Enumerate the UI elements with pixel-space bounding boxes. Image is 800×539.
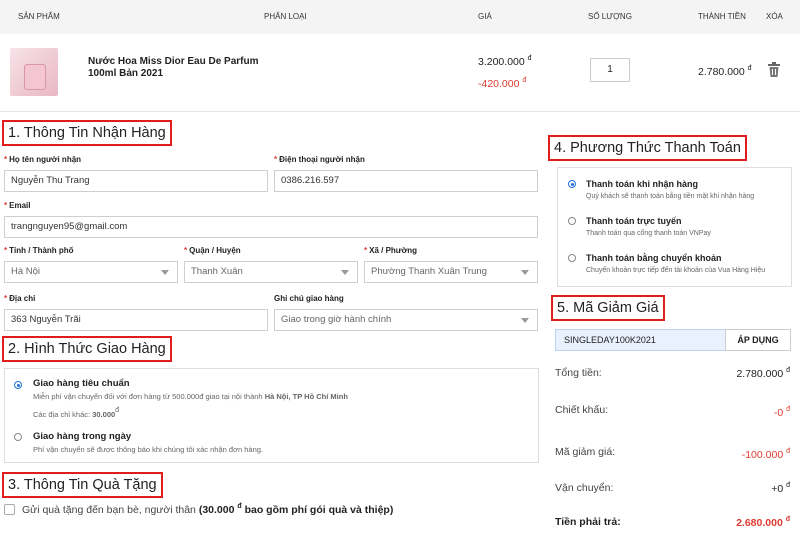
- delivery-note-select[interactable]: Giao trong giờ hành chính: [274, 309, 538, 331]
- section-title-shipping: 2. Hình Thức Giao Hàng: [2, 336, 172, 362]
- phone-label: * Điện thoại người nhận: [274, 155, 365, 164]
- email-label: * Email: [4, 201, 31, 210]
- shipping-standard-title[interactable]: Giao hàng tiêu chuẩn: [33, 378, 130, 389]
- col-subtotal: THÀNH TIỀN: [698, 12, 746, 21]
- coupon-discount-value: -100.000 đ: [741, 448, 790, 461]
- chevron-down-icon: [521, 318, 529, 323]
- payment-transfer-radio[interactable]: [568, 254, 576, 262]
- address-field[interactable]: 363 Nguyễn Trãi: [4, 309, 268, 331]
- pay-value: 2.680.000 đ: [736, 516, 790, 529]
- email-field[interactable]: trangnguyen95@gmail.com: [4, 216, 538, 238]
- shipping-sameday-radio[interactable]: [14, 433, 22, 441]
- product-thumbnail[interactable]: [10, 48, 58, 96]
- trash-icon[interactable]: [767, 62, 781, 81]
- cart-item-row: Nước Hoa Miss Dior Eau De Parfum 100ml B…: [0, 34, 800, 112]
- address-label: * Địa chỉ: [4, 294, 36, 303]
- payment-transfer-title[interactable]: Thanh toán bằng chuyển khoản: [586, 253, 722, 263]
- district-label: * Quận / Huyện: [184, 246, 241, 255]
- gift-checkbox[interactable]: [4, 504, 15, 515]
- payment-online-desc: Thanh toán qua cổng thanh toán VNPay: [586, 230, 711, 237]
- product-price: 3.200.000 đ: [478, 55, 532, 68]
- payment-cod-radio[interactable]: [568, 180, 576, 188]
- note-label: Ghi chú giao hàng: [274, 294, 344, 303]
- col-product: SẢN PHẨM: [18, 12, 60, 21]
- payment-transfer-desc: Chuyển khoản trực tiếp đến tài khoản của…: [586, 267, 766, 274]
- city-select[interactable]: Hà Nội: [4, 261, 178, 283]
- city-label: * Tỉnh / Thành phố: [4, 246, 74, 255]
- chevron-down-icon: [521, 270, 529, 275]
- payment-cod-desc: Quý khách sẽ thanh toán bằng tiền mặt kh…: [586, 193, 755, 200]
- section-title-coupon: 5. Mã Giảm Giá: [551, 295, 665, 321]
- name-label: * Họ tên người nhận: [4, 155, 82, 164]
- ward-select[interactable]: Phường Thanh Xuân Trung: [364, 261, 538, 283]
- discount-value: -0 đ: [773, 406, 790, 419]
- discount-label: Chiết khấu:: [555, 404, 609, 416]
- section-title-payment: 4. Phương Thức Thanh Toán: [548, 135, 747, 161]
- product-discount: -420.000 đ: [478, 77, 527, 90]
- shipping-other-fee: Các địa chỉ khác: 30.000đ: [33, 407, 120, 419]
- product-name[interactable]: Nước Hoa Miss Dior Eau De Parfum 100ml B…: [88, 56, 268, 80]
- shipping-sameday-desc: Phí vận chuyển sẽ được thông báo khi chú…: [33, 445, 264, 454]
- shipping-sameday-title[interactable]: Giao hàng trong ngày: [33, 431, 131, 442]
- col-price: GIÁ: [478, 12, 492, 21]
- col-variant: PHÂN LOẠI: [264, 12, 307, 21]
- quantity-input[interactable]: 1: [590, 58, 630, 82]
- name-field[interactable]: Nguyễn Thu Trang: [4, 170, 268, 192]
- phone-field[interactable]: 0386.216.597: [274, 170, 538, 192]
- shipping-standard-desc: Miễn phí vận chuyển đối với đơn hàng từ …: [33, 392, 348, 401]
- shipping-options: Giao hàng tiêu chuẩn Miễn phí vận chuyển…: [4, 368, 539, 463]
- section-title-recipient: 1. Thông Tin Nhận Hàng: [2, 120, 172, 146]
- chevron-down-icon: [341, 270, 349, 275]
- col-quantity: SỐ LƯỢNG: [588, 12, 632, 21]
- shipping-fee-label: Vận chuyển:: [555, 482, 614, 494]
- payment-online-title[interactable]: Thanh toán trực tuyến: [586, 216, 682, 226]
- payment-online-radio[interactable]: [568, 217, 576, 225]
- section-title-gift: 3. Thông Tin Quà Tặng: [2, 472, 163, 498]
- shipping-standard-radio[interactable]: [14, 381, 22, 389]
- payment-cod-title[interactable]: Thanh toán khi nhận hàng: [586, 179, 698, 189]
- ward-label: * Xã / Phường: [364, 246, 418, 255]
- cart-table-header: SẢN PHẨM PHÂN LOẠI GIÁ SỐ LƯỢNG THÀNH TI…: [0, 0, 800, 34]
- total-label: Tổng tiền:: [555, 367, 602, 379]
- apply-coupon-button[interactable]: ÁP DỤNG: [725, 329, 791, 351]
- item-subtotal: 2.780.000 đ: [698, 65, 752, 78]
- coupon-discount-label: Mã giảm giá:: [555, 446, 616, 458]
- payment-options: Thanh toán khi nhận hàng Quý khách sẽ th…: [557, 167, 792, 287]
- chevron-down-icon: [161, 270, 169, 275]
- gift-checkbox-label[interactable]: Gửi quà tặng đến bạn bè, người thân (30.…: [22, 503, 393, 516]
- shipping-fee-value: +0 đ: [771, 482, 790, 495]
- district-select[interactable]: Thanh Xuân: [184, 261, 358, 283]
- col-delete: XÓA: [766, 12, 783, 21]
- total-value: 2.780.000 đ: [736, 367, 790, 380]
- pay-label: Tiền phải trả:: [555, 516, 621, 528]
